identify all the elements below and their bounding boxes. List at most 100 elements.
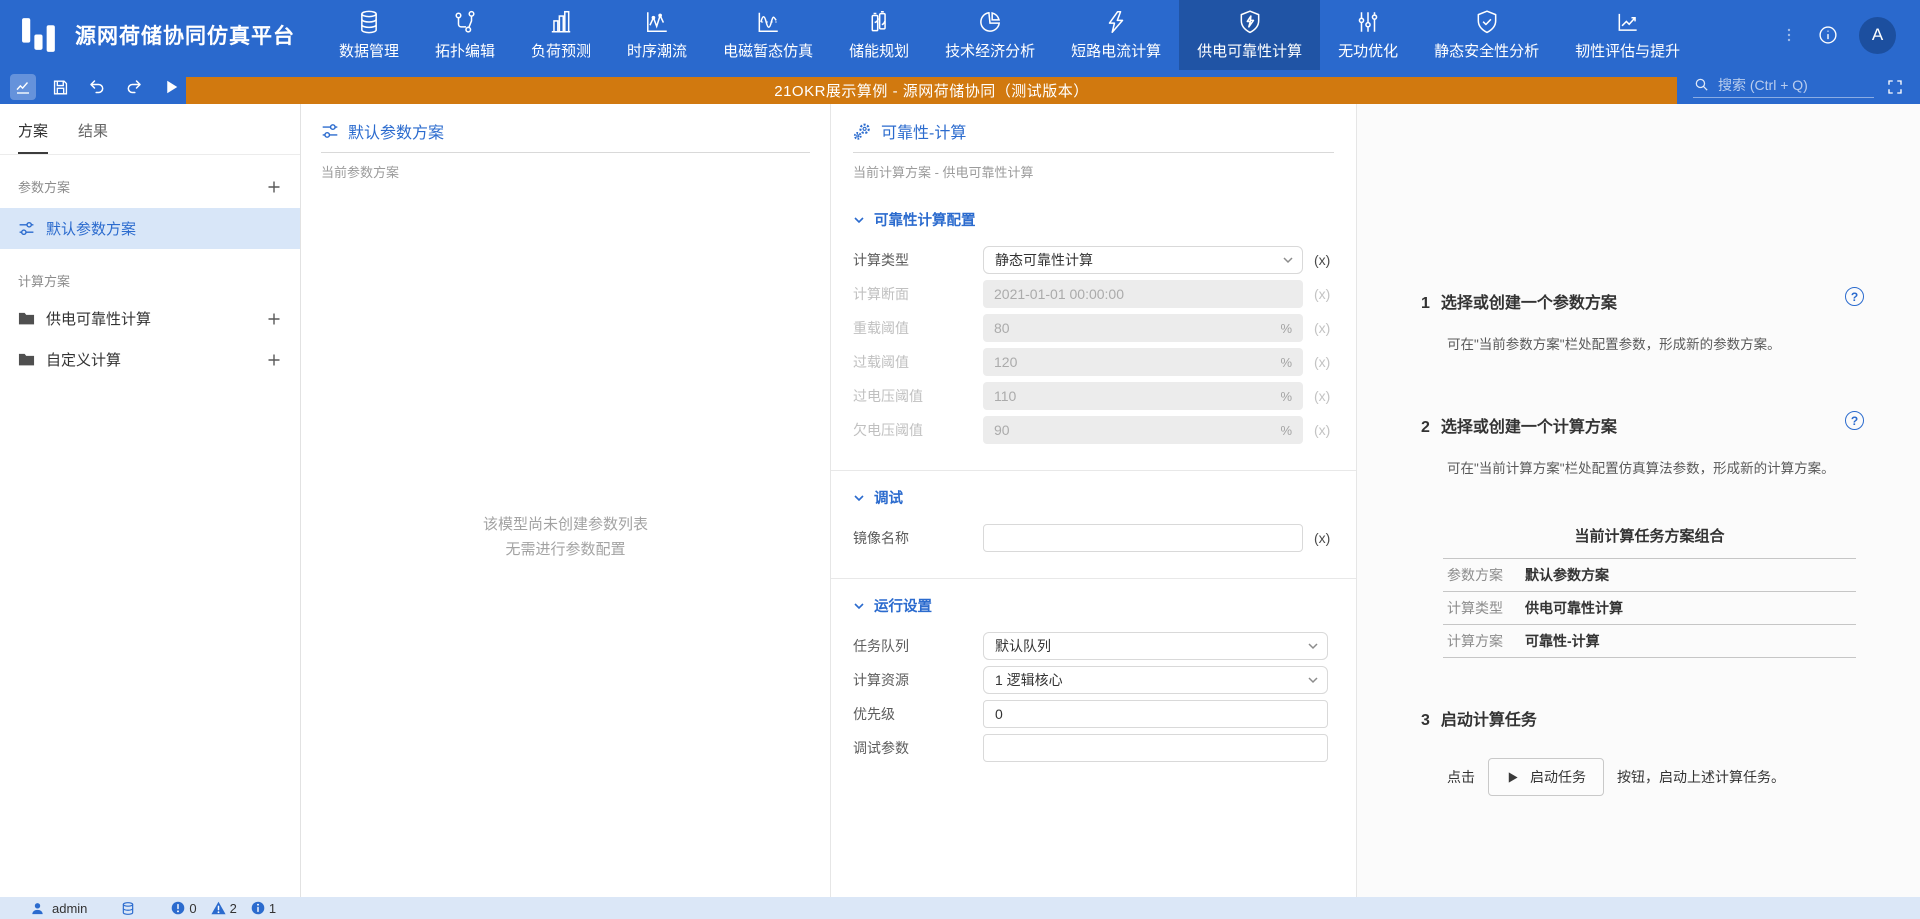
field-clear-marker: (x) bbox=[1314, 422, 1330, 438]
nav-item-data-management[interactable]: 数据管理 bbox=[321, 0, 417, 70]
nav-item-short-circuit-calc[interactable]: 短路电流计算 bbox=[1053, 0, 1179, 70]
field-clear-marker: (x) bbox=[1314, 286, 1330, 302]
nav-item-emt-simulation[interactable]: 电磁暂态仿真 bbox=[705, 0, 831, 70]
folder-icon bbox=[18, 311, 35, 326]
run-icon[interactable] bbox=[158, 74, 184, 100]
field-label: 计算类型 bbox=[853, 250, 983, 270]
case-report-icon[interactable] bbox=[10, 74, 36, 100]
debug-params-input[interactable] bbox=[983, 734, 1328, 762]
launch-prefix: 点击 bbox=[1447, 767, 1475, 787]
field-label: 计算资源 bbox=[853, 670, 983, 690]
nav-item-label: 时序潮流 bbox=[627, 40, 687, 61]
guide-step2-desc: 可在"当前计算方案"栏处配置仿真算法参数，形成新的计算方案。 bbox=[1447, 457, 1864, 477]
error-icon bbox=[171, 901, 185, 915]
priority-input[interactable] bbox=[983, 700, 1328, 728]
undo-icon[interactable] bbox=[84, 74, 110, 100]
info-counter[interactable]: 1 bbox=[251, 901, 276, 916]
section-debug[interactable]: 调试 bbox=[853, 487, 1334, 508]
folder-supply-reliability[interactable]: 供电可靠性计算 bbox=[0, 298, 300, 339]
tab-results[interactable]: 结果 bbox=[78, 120, 108, 154]
status-username: admin bbox=[52, 901, 87, 916]
play-icon bbox=[1506, 771, 1519, 784]
divider bbox=[831, 578, 1356, 579]
field-row-overload-threshold: 过载阈值 120% (x) bbox=[853, 348, 1334, 376]
nav-item-techno-economic-analysis[interactable]: 技术经济分析 bbox=[927, 0, 1053, 70]
field-row-task-queue: 任务队列 默认队列 bbox=[853, 632, 1334, 660]
reliability-icon bbox=[1237, 9, 1263, 35]
nav-item-timeseries-powerflow[interactable]: 时序潮流 bbox=[609, 0, 705, 70]
nav-item-resilience-assessment[interactable]: 韧性评估与提升 bbox=[1557, 0, 1698, 70]
case-banner: 21OKR展示算例 - 源网荷储协同（测试版本） bbox=[186, 77, 1677, 104]
folder-label: 供电可靠性计算 bbox=[46, 308, 151, 329]
short-circuit-icon bbox=[1103, 9, 1129, 35]
folder-label: 自定义计算 bbox=[46, 349, 121, 370]
tab-schemes[interactable]: 方案 bbox=[18, 120, 48, 154]
field-clear-marker[interactable]: (x) bbox=[1314, 252, 1330, 268]
chevron-down-icon bbox=[1282, 254, 1294, 266]
warning-count: 2 bbox=[230, 901, 237, 916]
fullscreen-icon[interactable] bbox=[1886, 78, 1904, 96]
user-avatar[interactable]: A bbox=[1859, 17, 1896, 54]
search-icon bbox=[1693, 76, 1710, 93]
warning-counter[interactable]: 2 bbox=[211, 901, 237, 916]
percent-unit: % bbox=[1280, 355, 1292, 370]
search-input[interactable] bbox=[1718, 77, 1848, 93]
save-icon[interactable] bbox=[47, 74, 73, 100]
field-clear-marker[interactable]: (x) bbox=[1314, 530, 1330, 546]
nav-item-storage-planning[interactable]: 储能规划 bbox=[831, 0, 927, 70]
sliders-icon bbox=[321, 122, 339, 140]
compute-resource-select[interactable]: 1 逻辑核心 bbox=[983, 666, 1328, 694]
toolbar-right bbox=[1677, 70, 1920, 104]
compute-resource-value: 1 逻辑核心 bbox=[995, 670, 1063, 690]
chevron-down-icon bbox=[853, 492, 865, 504]
combo-row-calc-type: 计算类型 供电可靠性计算 bbox=[1443, 591, 1856, 624]
nav-item-var-optimization[interactable]: 无功优化 bbox=[1320, 0, 1416, 70]
vertical-dots-icon[interactable] bbox=[1781, 27, 1797, 43]
error-counter[interactable]: 0 bbox=[171, 901, 196, 916]
sidebar-item-default-param-scheme[interactable]: 默认参数方案 bbox=[0, 208, 300, 249]
combo-row-value: 供电可靠性计算 bbox=[1525, 598, 1623, 618]
folder-custom-calc[interactable]: 自定义计算 bbox=[0, 339, 300, 380]
help-icon[interactable]: ? bbox=[1845, 287, 1864, 306]
nav-item-static-security-analysis[interactable]: 静态安全性分析 bbox=[1416, 0, 1557, 70]
security-icon bbox=[1474, 9, 1500, 35]
folder-icon bbox=[18, 352, 35, 367]
add-reliability-scheme-button[interactable] bbox=[266, 311, 282, 327]
nav-item-load-forecast[interactable]: 负荷预测 bbox=[513, 0, 609, 70]
launch-task-button[interactable]: 启动任务 bbox=[1488, 758, 1604, 796]
overvoltage-field-disabled: 110% bbox=[983, 382, 1303, 410]
field-row-compute-resource: 计算资源 1 逻辑核心 bbox=[853, 666, 1334, 694]
percent-unit: % bbox=[1280, 423, 1292, 438]
nav-menu: 数据管理 拓扑编辑 负荷预测 时序潮流 电磁暂态仿真 储能规划 bbox=[321, 0, 1698, 70]
chevron-down-icon bbox=[853, 214, 865, 226]
parameter-panel-title: 默认参数方案 bbox=[348, 119, 444, 143]
add-custom-scheme-button[interactable] bbox=[266, 352, 282, 368]
calc-type-value: 静态可靠性计算 bbox=[995, 250, 1093, 270]
step-title: 选择或创建一个计算方案 bbox=[1441, 413, 1617, 437]
info-icon[interactable] bbox=[1817, 24, 1839, 46]
database-status-icon[interactable] bbox=[121, 901, 135, 916]
field-row-overvoltage-threshold: 过电压阈值 110% (x) bbox=[853, 382, 1334, 410]
nav-item-label: 储能规划 bbox=[849, 40, 909, 61]
section-run-settings[interactable]: 运行设置 bbox=[853, 595, 1334, 616]
field-label: 优先级 bbox=[853, 704, 983, 724]
app-window: 源网荷储协同仿真平台 数据管理 拓扑编辑 负荷预测 时序潮流 电磁暂态仿真 bbox=[0, 0, 1920, 919]
chevron-down-icon bbox=[1307, 640, 1319, 652]
top-navigation-bar: 源网荷储协同仿真平台 数据管理 拓扑编辑 负荷预测 时序潮流 电磁暂态仿真 bbox=[0, 0, 1920, 70]
info-count: 1 bbox=[269, 901, 276, 916]
nav-item-topology-edit[interactable]: 拓扑编辑 bbox=[417, 0, 513, 70]
field-label: 调试参数 bbox=[853, 738, 983, 758]
help-icon[interactable]: ? bbox=[1845, 411, 1864, 430]
redo-icon[interactable] bbox=[121, 74, 147, 100]
section-title: 调试 bbox=[874, 487, 903, 508]
param-scheme-section: 参数方案 bbox=[0, 155, 300, 204]
calc-type-select[interactable]: 静态可靠性计算 bbox=[983, 246, 1303, 274]
calc-scheme-section: 计算方案 bbox=[0, 249, 300, 298]
combo-row-calc-scheme: 计算方案 可靠性-计算 bbox=[1443, 624, 1856, 658]
nav-item-supply-reliability-calc[interactable]: 供电可靠性计算 bbox=[1179, 0, 1320, 70]
config-panel: 可靠性-计算 当前计算方案 - 供电可靠性计算 可靠性计算配置 计算类型 静态可… bbox=[831, 104, 1357, 897]
add-param-scheme-button[interactable] bbox=[266, 179, 282, 195]
mirror-name-input[interactable] bbox=[983, 524, 1303, 552]
section-reliability-config[interactable]: 可靠性计算配置 bbox=[853, 209, 1334, 230]
task-queue-select[interactable]: 默认队列 bbox=[983, 632, 1328, 660]
